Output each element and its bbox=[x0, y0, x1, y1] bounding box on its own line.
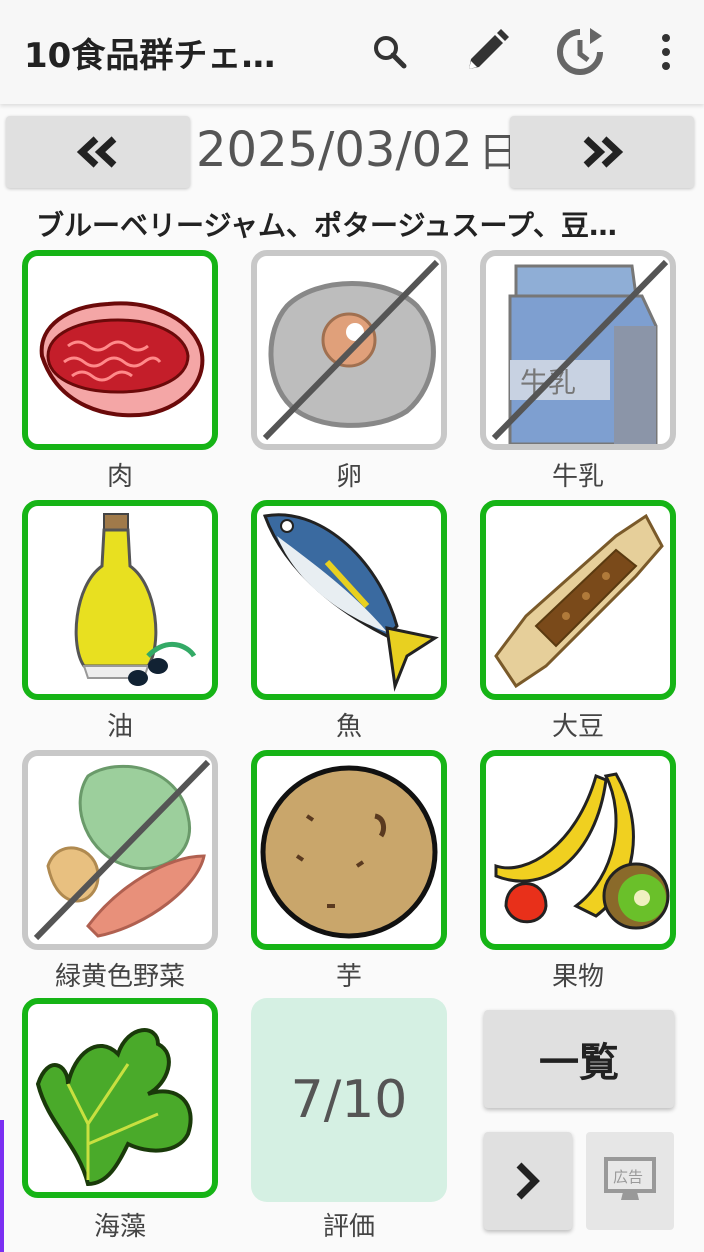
prev-day-button[interactable] bbox=[6, 116, 190, 188]
natto-icon bbox=[494, 513, 664, 689]
app-title: 10食品群チェ… bbox=[24, 36, 276, 76]
food-label-soybean: 大豆 bbox=[551, 712, 604, 742]
food-label-fruit: 果物 bbox=[551, 962, 604, 992]
food-tile-seaweed[interactable] bbox=[22, 998, 218, 1198]
side-edge-indicator bbox=[0, 1120, 4, 1252]
date-value: 2025/03/02 bbox=[196, 122, 473, 178]
food-tile-meat[interactable] bbox=[22, 250, 218, 450]
food-label-meat: 肉 bbox=[106, 462, 133, 492]
oil-bottle-icon bbox=[74, 513, 197, 686]
chevron-right-icon bbox=[516, 1162, 540, 1200]
food-label-fish: 魚 bbox=[335, 712, 362, 742]
not-eaten-slash-icon bbox=[491, 259, 669, 441]
score-label: 評価 bbox=[322, 1212, 375, 1242]
fruit-icon bbox=[494, 772, 670, 930]
food-tile-potato[interactable] bbox=[251, 750, 447, 950]
not-eaten-slash-icon bbox=[262, 259, 440, 441]
ad-text: 広告 bbox=[613, 1168, 643, 1186]
food-tile-fruit[interactable] bbox=[480, 750, 676, 950]
food-label-seaweed: 海藻 bbox=[93, 1212, 146, 1242]
food-label-egg: 卵 bbox=[335, 462, 362, 492]
food-tile-egg[interactable] bbox=[251, 250, 447, 450]
food-tile-vegetables[interactable] bbox=[22, 750, 218, 950]
edit-icon[interactable] bbox=[456, 22, 516, 82]
food-label-potato: 芋 bbox=[335, 962, 362, 992]
score-value: 7/10 bbox=[290, 1070, 408, 1130]
app-bar: 10食品群チェ… bbox=[0, 0, 704, 104]
food-tile-fish[interactable] bbox=[251, 500, 447, 700]
next-day-button[interactable] bbox=[510, 116, 694, 188]
meat-icon bbox=[39, 301, 205, 418]
date-display[interactable]: 2025/03/02 日 bbox=[196, 120, 519, 178]
ad-button[interactable]: 広告 bbox=[586, 1132, 674, 1230]
list-button[interactable]: 一覧 bbox=[484, 1010, 674, 1108]
more-vert-icon[interactable] bbox=[636, 22, 696, 82]
seaweed-icon bbox=[35, 1028, 193, 1187]
date-navigation: 2025/03/02 日 bbox=[0, 116, 704, 188]
food-label-oil: 油 bbox=[106, 712, 133, 742]
double-chevron-right-icon bbox=[583, 136, 624, 168]
food-label-vegetables: 緑黄色野菜 bbox=[54, 962, 185, 992]
food-tile-soybean[interactable] bbox=[480, 500, 676, 700]
potato-icon bbox=[260, 765, 438, 939]
score-box: 7/10 bbox=[251, 998, 447, 1202]
not-eaten-slash-icon bbox=[33, 759, 211, 941]
menu-summary[interactable]: ブルーベリージャム、ポタージュスープ、豆… bbox=[36, 204, 676, 244]
fish-icon bbox=[262, 513, 439, 692]
food-tile-oil[interactable] bbox=[22, 500, 218, 700]
food-tile-milk[interactable]: 牛乳 bbox=[480, 250, 676, 450]
history-icon[interactable] bbox=[550, 22, 610, 82]
double-chevron-left-icon bbox=[76, 136, 117, 168]
search-icon[interactable] bbox=[360, 22, 420, 82]
next-page-button[interactable] bbox=[484, 1132, 572, 1230]
food-label-milk: 牛乳 bbox=[551, 462, 604, 492]
ad-monitor-icon: 広告 bbox=[604, 1157, 656, 1200]
